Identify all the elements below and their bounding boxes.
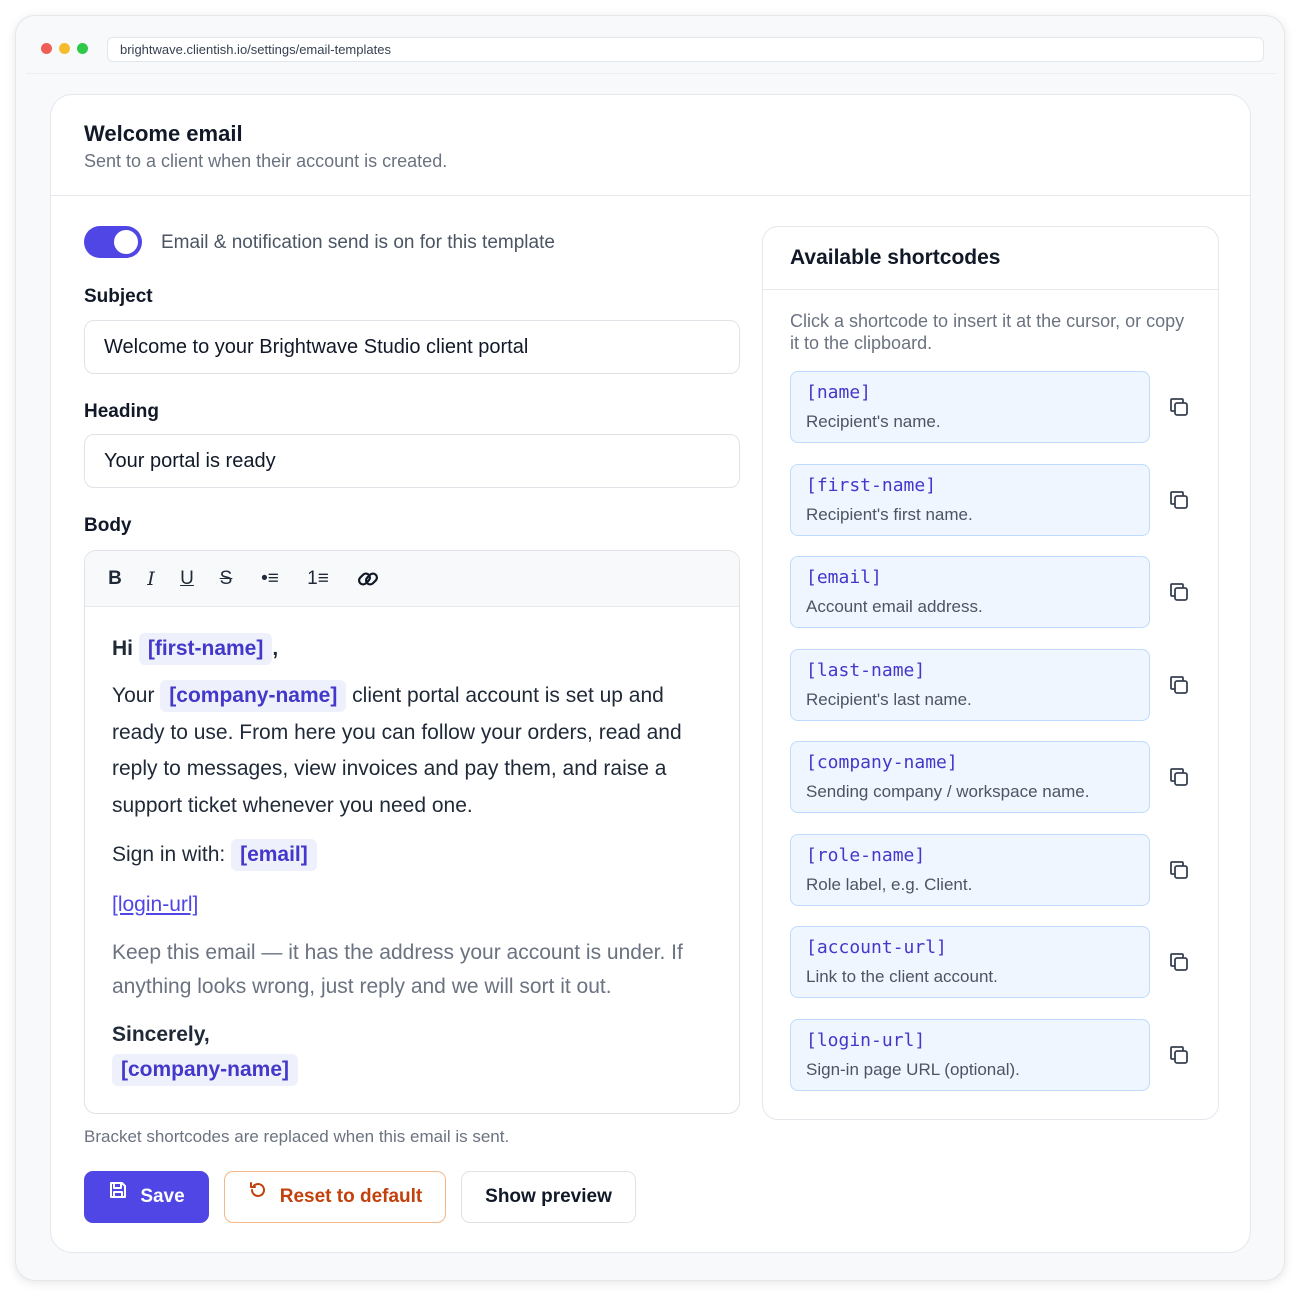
close-window-dot[interactable] (41, 43, 52, 54)
subject-input[interactable]: Welcome to your Brightwave Studio client… (84, 320, 740, 374)
copy-icon (1170, 583, 1188, 601)
link-icon (357, 572, 379, 586)
copy-shortcode-button[interactable] (1167, 673, 1191, 697)
signin-line: Sign in with: [email] (112, 837, 712, 874)
reset-button-label: Reset to default (279, 1186, 423, 1207)
email-template-card: Welcome email Sent to a client when thei… (50, 94, 1251, 1253)
maximize-window-dot[interactable] (77, 43, 88, 54)
shortcode-code: [first-name] (806, 475, 937, 496)
minimize-window-dot[interactable] (59, 43, 70, 54)
shortcode-description: Account email address. (806, 597, 983, 616)
heading-input[interactable]: Your portal is ready (84, 434, 740, 488)
signin-label: Sign in with: (112, 843, 226, 866)
shortcode-description: Sign-in page URL (optional). (806, 1060, 1020, 1079)
note-paragraph: Keep this email — it has the address you… (112, 941, 683, 998)
shortcode-description: Sending company / workspace name. (806, 782, 1090, 801)
copy-icon (1170, 398, 1188, 416)
send-toggle[interactable] (84, 226, 142, 258)
copy-icon (1170, 1046, 1188, 1064)
body-editor: B I U S •≡ 1≡ Hi [first-name] , Your [co… (84, 550, 740, 1114)
shortcode-item[interactable]: [login-url] Sign-in page URL (optional). (790, 1019, 1150, 1091)
copy-shortcode-button[interactable] (1167, 765, 1191, 789)
numbered-list-button[interactable]: 1≡ (304, 565, 332, 593)
shortcode-item[interactable]: [role-name] Role label, e.g. Client. (790, 834, 1150, 906)
shortcode-chip[interactable]: [email] (231, 839, 317, 871)
shortcode-code: [account-url] (806, 937, 947, 958)
toggle-knob (114, 230, 138, 254)
shortcode-description: Link to the client account. (806, 967, 998, 986)
copy-icon (1170, 861, 1188, 879)
save-button[interactable]: Save (84, 1171, 209, 1223)
editor-toolbar: B I U S •≡ 1≡ (85, 551, 739, 607)
copy-icon (1170, 491, 1188, 509)
shortcodes-title: Available shortcodes (790, 246, 1001, 269)
greeting-text: Hi (112, 637, 133, 660)
copy-shortcode-button[interactable] (1167, 950, 1191, 974)
rotate-ccw-icon (249, 1181, 265, 1197)
shortcode-chip[interactable]: [first-name] (138, 633, 273, 665)
shortcode-item[interactable]: [first-name] Recipient's first name. (790, 464, 1150, 536)
intro-paragraph: Your [company-name] client portal accoun… (112, 678, 712, 824)
login-line: [login-url] (112, 887, 712, 924)
copy-icon (1170, 768, 1188, 786)
copy-shortcode-button[interactable] (1167, 395, 1191, 419)
shortcode-description: Recipient's first name. (806, 505, 973, 524)
strikethrough-button[interactable]: S (216, 565, 236, 593)
shortcode-code: [role-name] (806, 845, 926, 866)
card-header: Welcome email Sent to a client when thei… (51, 95, 1250, 196)
browser-chrome: brightwave.clientish.io/settings/email-t… (26, 26, 1276, 74)
shortcode-hint: Bracket shortcodes are replaced when thi… (84, 1127, 510, 1146)
bold-button[interactable]: B (105, 565, 125, 593)
shortcode-code: [company-name] (806, 752, 958, 773)
copy-shortcode-button[interactable] (1167, 858, 1191, 882)
closing-company-line: [company-name] (112, 1052, 712, 1089)
copy-shortcode-button[interactable] (1167, 580, 1191, 604)
login-url-link[interactable]: [login-url] (112, 893, 198, 916)
shortcode-item[interactable]: [email] Account email address. (790, 556, 1150, 628)
greeting-comma: , (272, 637, 279, 660)
body-label: Body (84, 515, 132, 536)
italic-button[interactable]: I (143, 565, 159, 593)
underline-button[interactable]: U (177, 565, 197, 593)
copy-icon (1170, 953, 1188, 971)
shortcode-item[interactable]: [name] Recipient's name. (790, 371, 1150, 443)
shortcode-code: [last-name] (806, 660, 926, 681)
shortcode-chip[interactable]: [company-name] (112, 1054, 299, 1086)
shortcode-description: Recipient's last name. (806, 690, 972, 709)
shortcode-item[interactable]: [last-name] Recipient's last name. (790, 649, 1150, 721)
floppy-disk-icon (110, 1181, 127, 1198)
shortcode-code: [login-url] (806, 1030, 926, 1051)
page-title: Welcome email (84, 121, 243, 146)
link-button[interactable] (354, 565, 382, 593)
heading-label: Heading (84, 401, 159, 422)
send-toggle-label: Email & notification send is on for this… (161, 232, 555, 253)
shortcode-code: [email] (806, 567, 882, 588)
closing-line: Sincerely, (112, 1023, 210, 1046)
copy-icon (1170, 676, 1188, 694)
address-bar[interactable]: brightwave.clientish.io/settings/email-t… (107, 37, 1264, 62)
copy-shortcode-button[interactable] (1167, 488, 1191, 512)
page-subtitle: Sent to a client when their account is c… (84, 151, 448, 171)
shortcode-item[interactable]: [account-url] Link to the client account. (790, 926, 1150, 998)
browser-window: brightwave.clientish.io/settings/email-t… (15, 15, 1285, 1281)
subject-label: Subject (84, 286, 153, 307)
save-button-label: Save (140, 1186, 185, 1207)
greeting-line: Hi [first-name], (112, 631, 712, 668)
show-preview-button[interactable]: Show preview (461, 1171, 636, 1223)
shortcode-item[interactable]: [company-name] Sending company / workspac… (790, 741, 1150, 813)
shortcodes-panel-header: Available shortcodes (763, 227, 1218, 290)
shortcodes-description: Click a shortcode to insert it at the cu… (790, 311, 1185, 353)
bullet-list-button[interactable]: •≡ (256, 565, 284, 593)
shortcode-description: Role label, e.g. Client. (806, 875, 973, 894)
shortcode-chip[interactable]: [company-name] (160, 680, 347, 712)
shortcode-code: [name] (806, 382, 872, 403)
copy-shortcode-button[interactable] (1167, 1043, 1191, 1067)
shortcodes-panel: Available shortcodes Click a shortcode t… (762, 226, 1219, 1120)
reset-to-default-button[interactable]: Reset to default (224, 1171, 446, 1223)
shortcode-description: Recipient's name. (806, 412, 941, 431)
intro-start: Your (112, 684, 155, 707)
